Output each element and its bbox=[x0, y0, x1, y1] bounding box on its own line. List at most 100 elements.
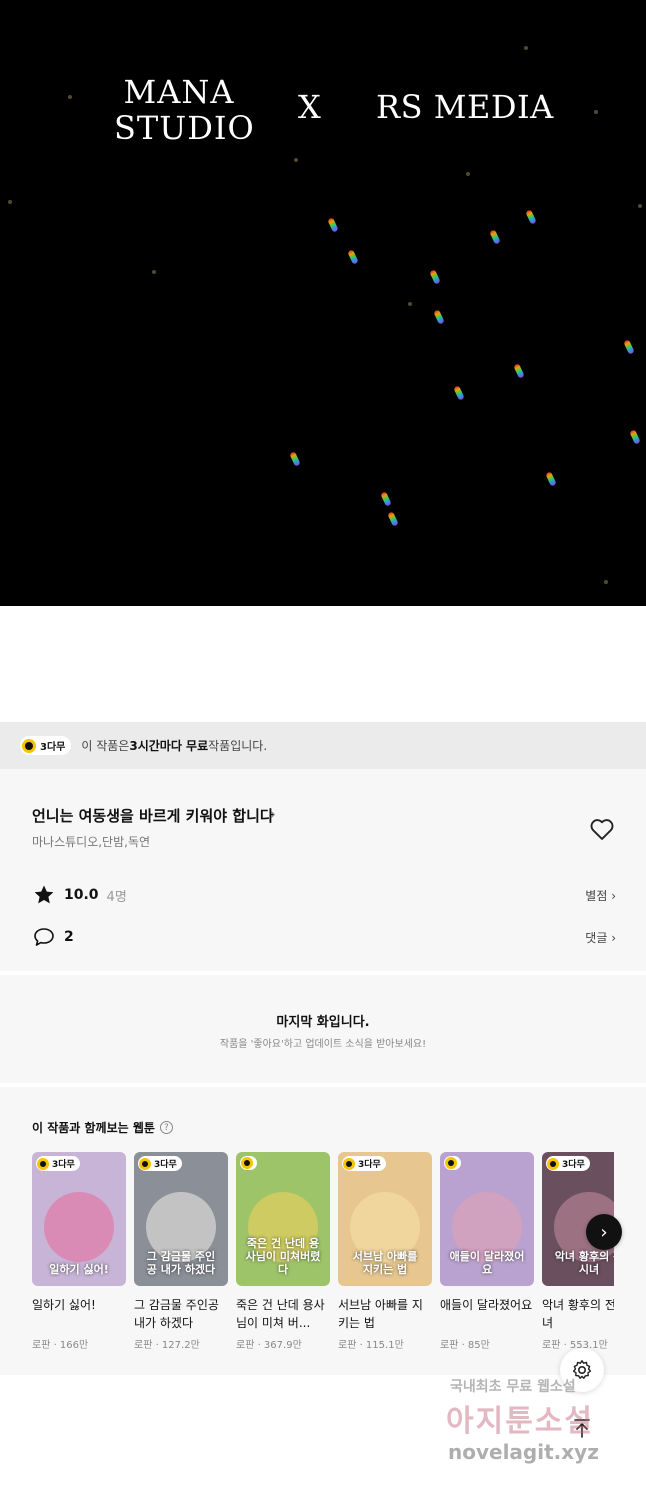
recommendation-card[interactable]: 3다무 일하기 싫어! 일하기 싫어! 로판 · 166만 bbox=[32, 1152, 126, 1351]
free-badge-label: 3다무 bbox=[358, 1160, 381, 1170]
free-badge bbox=[240, 1156, 257, 1170]
light-sparkle bbox=[289, 451, 301, 467]
recommendations-title-text: 이 작품과 함께보는 웹툰 bbox=[32, 1121, 155, 1135]
comments-row: 2 댓글 › bbox=[32, 923, 616, 951]
light-dot bbox=[408, 302, 412, 306]
recommendation-card[interactable]: 애들이 달라졌어요 애들이 달라졌어요 로판 · 85만 bbox=[440, 1152, 534, 1351]
cover-title: 악녀 황후의 전 시녀 bbox=[554, 1250, 614, 1276]
rating-link[interactable]: 별점 › bbox=[585, 887, 616, 904]
card-title[interactable]: 그 감금물 주인공 내가 하겠다 bbox=[134, 1296, 228, 1332]
light-sparkle bbox=[347, 249, 359, 265]
light-sparkle bbox=[387, 511, 399, 527]
cover-title: 서브남 아빠를 지키는 법 bbox=[352, 1250, 418, 1276]
work-title[interactable]: 언니는 여동생을 바르게 키워야 합니다 bbox=[32, 805, 274, 826]
light-sparkle bbox=[327, 217, 339, 233]
cover-thumbnail[interactable]: 3다무일하기 싫어! bbox=[32, 1152, 126, 1286]
last-episode-subtext: 작품을 '좋아요'하고 업데이트 소식을 받아보세요! bbox=[219, 1039, 427, 1050]
light-dot bbox=[294, 158, 298, 162]
free-badge bbox=[444, 1156, 461, 1170]
arrow-up-icon bbox=[574, 1419, 590, 1438]
comment-icon bbox=[34, 928, 54, 946]
card-title[interactable]: 애들이 달라졌어요 bbox=[440, 1296, 534, 1332]
recommendation-card[interactable]: 3다무악녀 황후의 전 시녀악녀 황후의 전 시녀로판 · 553.1만 bbox=[542, 1152, 614, 1351]
cover-title: 애들이 달라졌어요 bbox=[449, 1250, 525, 1276]
work-info-panel: 언니는 여동생을 바르게 키워야 합니다 › 마나스튜디오,단밤,독연 10.0… bbox=[0, 769, 646, 971]
free-notice-text-bold: 3시간마다 무료 bbox=[129, 739, 209, 753]
rating-value: 10.0 bbox=[64, 887, 99, 903]
free-badge: 3다무 bbox=[342, 1156, 386, 1171]
card-title[interactable]: 악녀 황후의 전 시녀 bbox=[542, 1296, 614, 1332]
site-watermark: 국내최초 무료 웹소설 아지툰소설 novelagit.xyz bbox=[440, 1376, 640, 1476]
recommendations-carousel: 3다무 일하기 싫어! 일하기 싫어! 로판 · 166만 3다무 그 감금물 주인공 내… bbox=[32, 1152, 614, 1362]
cover-thumbnail[interactable]: 애들이 달라졌어요 bbox=[440, 1152, 534, 1286]
mana-studio-logo: MANA STUDIO bbox=[114, 74, 255, 147]
clock-icon bbox=[343, 1157, 355, 1170]
light-dot bbox=[524, 46, 528, 50]
recommendation-card[interactable]: 3다무 그 감금물 주인공 내가 하겠다 그 감금물 주인공 내가 하겠다 로판 · … bbox=[134, 1152, 228, 1351]
rating-row: 10.0 4명 별점 › bbox=[32, 881, 616, 909]
star-icon bbox=[34, 885, 54, 904]
free-badge: 3다무 bbox=[36, 1156, 80, 1171]
recommendations-title: 이 작품과 함께보는 웹툰 ? bbox=[32, 1119, 173, 1136]
work-authors: 마나스튜디오,단밤,독연 bbox=[32, 835, 151, 849]
free-badge: 3다무 bbox=[546, 1156, 590, 1171]
recommendation-card[interactable]: 죽은 건 난데 용사님이 미쳐버렸다 죽은 건 난데 용사님이 미쳐 버... 로판… bbox=[236, 1152, 330, 1351]
clock-icon bbox=[139, 1157, 151, 1170]
heart-icon[interactable] bbox=[588, 815, 616, 843]
last-episode-panel: 마지막 화입니다. 작품을 '좋아요'하고 업데이트 소식을 받아보세요! bbox=[0, 975, 646, 1083]
cover-title: 그 감금물 주인공 내가 하겠다 bbox=[146, 1250, 216, 1276]
card-meta: 로판 · 127.2만 bbox=[134, 1340, 200, 1351]
light-sparkle bbox=[623, 339, 635, 355]
card-title[interactable]: 서브남 아빠를 지키는 법 bbox=[338, 1296, 432, 1332]
clock-icon bbox=[445, 1157, 457, 1169]
light-sparkle bbox=[433, 309, 445, 325]
card-title[interactable]: 죽은 건 난데 용사님이 미쳐 버... bbox=[236, 1296, 330, 1332]
logo-x: X bbox=[298, 88, 321, 126]
comments-link[interactable]: 댓글 › bbox=[585, 929, 616, 946]
light-dot bbox=[466, 172, 470, 176]
logo-line-2: STUDIO bbox=[114, 109, 255, 147]
last-episode-heading: 마지막 화입니다. bbox=[276, 1015, 370, 1030]
cover-thumbnail[interactable]: 3다무그 감금물 주인공 내가 하겠다 bbox=[134, 1152, 228, 1286]
light-sparkle bbox=[513, 363, 525, 379]
cover-title: 일하기 싫어! bbox=[49, 1263, 109, 1276]
clock-icon bbox=[37, 1157, 49, 1170]
watermark-line-1: 국내최초 무료 웹소설 bbox=[450, 1379, 576, 1395]
cover-thumbnail[interactable]: 죽은 건 난데 용사님이 미쳐버렸다 bbox=[236, 1152, 330, 1286]
card-meta: 로판 · 115.1만 bbox=[338, 1340, 404, 1351]
card-title[interactable]: 일하기 싫어! bbox=[32, 1296, 126, 1332]
free-notice-text-post: 작품입니다. bbox=[208, 739, 268, 753]
clock-icon bbox=[22, 738, 36, 753]
light-dot bbox=[8, 200, 12, 204]
cover-thumbnail[interactable]: 3다무서브남 아빠를 지키는 법 bbox=[338, 1152, 432, 1286]
free-badge: 3다무 bbox=[20, 736, 72, 755]
light-sparkle bbox=[380, 491, 392, 507]
clock-icon bbox=[241, 1157, 253, 1169]
recommendations-panel: 이 작품과 함께보는 웹툰 ? 3다무 일하기 싫어! 일하기 싫어! 로판 · 16… bbox=[0, 1087, 646, 1375]
light-sparkle bbox=[429, 269, 441, 285]
comments-count: 2 bbox=[64, 929, 74, 945]
banner-image: MANA STUDIO X RS MEDIA bbox=[0, 0, 646, 606]
free-badge: 3다무 bbox=[138, 1156, 182, 1171]
rs-media-logo: RS MEDIA bbox=[376, 88, 554, 126]
light-dot bbox=[594, 110, 598, 114]
rating-count: 4명 bbox=[106, 889, 127, 905]
light-sparkle bbox=[525, 209, 537, 225]
free-badge-label: 3다무 bbox=[40, 742, 66, 753]
light-sparkle bbox=[545, 471, 557, 487]
carousel-next-button[interactable]: › bbox=[586, 1214, 622, 1250]
free-notice-bar: 3다무 이 작품은 3시간마다 무료 작품입니다. bbox=[0, 722, 646, 769]
free-badge-label: 3다무 bbox=[52, 1160, 75, 1170]
clock-icon bbox=[547, 1157, 559, 1170]
scroll-top-button[interactable] bbox=[560, 1406, 604, 1450]
gear-icon bbox=[572, 1360, 592, 1379]
chevron-right-icon[interactable]: › bbox=[270, 805, 276, 823]
light-dot bbox=[68, 95, 72, 99]
free-badge-label: 3다무 bbox=[562, 1160, 585, 1170]
recommendation-card[interactable]: 3다무 서브남 아빠를 지키는 법 서브남 아빠를 지키는 법 로판 · 115.1만 bbox=[338, 1152, 432, 1351]
light-sparkle bbox=[489, 229, 501, 245]
settings-button[interactable] bbox=[560, 1348, 604, 1392]
free-badge-label: 3다무 bbox=[154, 1160, 177, 1170]
help-icon[interactable]: ? bbox=[159, 1121, 173, 1134]
light-dot bbox=[638, 204, 642, 208]
